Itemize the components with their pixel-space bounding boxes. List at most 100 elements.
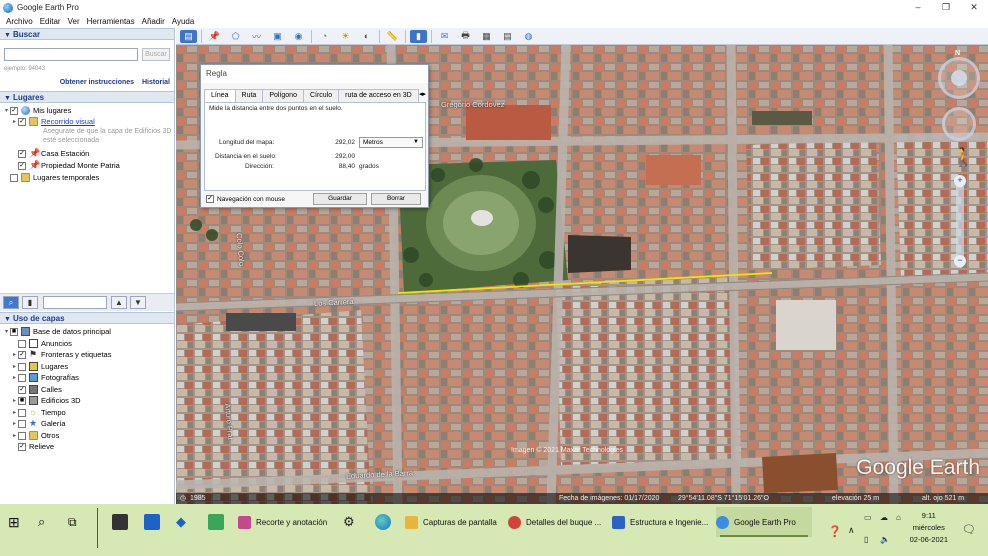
search-places-icon[interactable]: ⌕ (3, 296, 19, 309)
network-icon[interactable]: ▭ (864, 512, 880, 528)
save-button[interactable]: Guardar (313, 193, 367, 205)
move-down-icon[interactable]: ▼ (130, 296, 146, 309)
volume-icon[interactable]: 🔈 (880, 534, 896, 550)
tree-item-tour[interactable]: ▸ ✓ Recorrido visual (11, 116, 95, 127)
checkbox[interactable] (18, 373, 26, 382)
tab-circle[interactable]: Círculo (302, 89, 340, 102)
places-filter-input[interactable] (43, 296, 107, 309)
layer-terrain[interactable]: ✓ Relieve (11, 441, 54, 452)
earth-icon[interactable]: ◍ (520, 30, 537, 43)
taskbar-app-chrome[interactable]: Detalles del buque ... (508, 507, 606, 537)
taskbar-app-word[interactable]: Estructura e Ingenie... (612, 507, 712, 537)
ruler-icon[interactable]: 📏 (384, 30, 401, 43)
checkbox[interactable]: ✓ (18, 385, 26, 394)
store-icon[interactable] (112, 514, 128, 530)
checkbox[interactable]: ✓ (18, 149, 26, 158)
help-icon[interactable]: ❓ (828, 524, 844, 540)
notifications-icon[interactable]: 🗨 (962, 522, 978, 538)
layer-3d-buildings[interactable]: ▸ ■ Edificios 3D (11, 395, 81, 406)
places-header[interactable]: ▼ Lugares (0, 91, 174, 103)
checkbox[interactable]: ✓ (18, 117, 26, 126)
checkbox[interactable]: ✓ (18, 442, 26, 451)
move-up-icon[interactable]: ▲ (111, 296, 127, 309)
overlay-icon[interactable]: ▣ (269, 30, 286, 43)
tray-expand-icon[interactable]: ∧ (848, 522, 864, 538)
historical-imagery-icon[interactable]: ◔ (316, 30, 333, 43)
email-icon[interactable]: ✉ (436, 30, 453, 43)
windows-start-icon[interactable]: ⊞ (8, 514, 24, 530)
checkbox[interactable]: ✓ (10, 106, 18, 115)
menu-editar[interactable]: Editar (40, 17, 61, 26)
dropbox-icon[interactable]: ◆ (176, 514, 192, 530)
checkbox[interactable]: ■ (18, 396, 26, 405)
save-image-icon[interactable]: ▦ (478, 30, 495, 43)
tour-record-icon[interactable]: ◉ (290, 30, 307, 43)
edge-icon[interactable] (375, 514, 391, 530)
checkbox[interactable]: ✓ (18, 350, 26, 359)
north-icon[interactable]: N (955, 50, 960, 57)
menu-ver[interactable]: Ver (68, 17, 80, 26)
checkbox[interactable] (18, 431, 26, 440)
placemark-icon[interactable]: 📌 (206, 30, 223, 43)
layer-more[interactable]: ▸ Otros (11, 430, 59, 441)
history-link[interactable]: Historial (142, 79, 170, 86)
maximize-button[interactable]: ❐ (932, 0, 960, 15)
layer-photos[interactable]: ▸ Fotografías (11, 372, 79, 383)
sunlight-icon[interactable]: ☀ (337, 30, 354, 43)
record-movie-icon[interactable]: ▤ (499, 30, 516, 43)
close-button[interactable]: ✕ (960, 0, 988, 15)
menu-anadir[interactable]: Añadir (142, 17, 165, 26)
checkbox[interactable] (18, 408, 26, 417)
tab-3d-path[interactable]: ruta de acceso en 3D (338, 89, 419, 102)
search-header[interactable]: ▼ Buscar (0, 28, 174, 40)
tree-item-monte-patria[interactable]: ✓ 📌 Propiedad Monte Patria (11, 160, 120, 171)
layer-gallery[interactable]: ▸ ★ Galería (11, 418, 66, 429)
minimize-button[interactable]: – (904, 0, 932, 15)
checkbox[interactable] (18, 339, 26, 348)
layer-roads[interactable]: ✓ Calles (11, 384, 62, 395)
menu-ayuda[interactable]: Ayuda (172, 17, 195, 26)
zoom-out-icon[interactable]: − (954, 255, 966, 267)
pegman-icon[interactable]: 🚶 (952, 145, 974, 169)
unit-select[interactable]: Metros ▼ (359, 137, 423, 148)
path-icon[interactable]: 〰 (248, 30, 265, 43)
menu-herramientas[interactable]: Herramientas (87, 17, 135, 26)
settings-gear-icon[interactable]: ⚙ (343, 514, 359, 530)
zoom-in-icon[interactable]: + (954, 175, 966, 187)
layer-primary-db[interactable]: ▾ ■ Base de datos principal (3, 326, 111, 337)
eye-icon[interactable] (951, 70, 967, 86)
checkbox[interactable]: ✓ (206, 195, 214, 203)
move-joystick[interactable] (942, 107, 976, 141)
layers-header[interactable]: ▼ Uso de capas (0, 312, 174, 324)
tree-item-casa-estacion[interactable]: ✓ 📌 Casa Estación (11, 148, 89, 159)
search-button[interactable]: Buscar (142, 48, 170, 61)
app-icon[interactable] (208, 514, 224, 530)
tab-scroll-icon[interactable]: ◂▸ (419, 90, 426, 98)
sidebar-right-icon[interactable]: ▮ (410, 29, 427, 43)
polygon-icon[interactable]: ⬠ (227, 30, 244, 43)
checkbox[interactable] (18, 419, 26, 428)
tab-line[interactable]: Línea (204, 89, 236, 103)
checkbox[interactable] (18, 362, 26, 371)
panel-toggle-icon[interactable]: ▮ (22, 296, 38, 309)
taskbar-app-google-earth[interactable]: Google Earth Pro (716, 507, 812, 537)
task-view-icon[interactable]: ⧉ (68, 514, 84, 530)
checkbox[interactable]: ■ (10, 327, 18, 336)
search-icon[interactable]: ⌕ (38, 514, 54, 530)
mail-icon[interactable] (144, 514, 160, 530)
sidebar-toggle-icon[interactable]: ▤ (180, 29, 197, 43)
directions-link[interactable]: Obtener instrucciones (60, 79, 134, 86)
layer-ads[interactable]: Anuncios (11, 338, 72, 349)
menu-archivo[interactable]: Archivo (6, 17, 33, 26)
tree-item-temp-places[interactable]: Lugares temporales (3, 172, 99, 183)
tab-path[interactable]: Ruta (234, 89, 264, 102)
layer-weather[interactable]: ▸ ☼ Tiempo (11, 407, 66, 418)
taskbar-app-snip[interactable]: Recorte y anotación (238, 507, 333, 537)
taskbar-app-screenshots[interactable]: Capturas de pantalla (405, 507, 501, 537)
clear-button[interactable]: Borrar (371, 193, 421, 205)
layer-places[interactable]: ▸ Lugares (11, 361, 68, 372)
checkbox[interactable] (10, 173, 18, 182)
planets-icon[interactable]: ◐ (358, 30, 375, 43)
layer-borders[interactable]: ▸ ✓ ⚑ Fronteras y etiquetas (11, 349, 111, 360)
checkbox[interactable]: ✓ (18, 161, 26, 170)
